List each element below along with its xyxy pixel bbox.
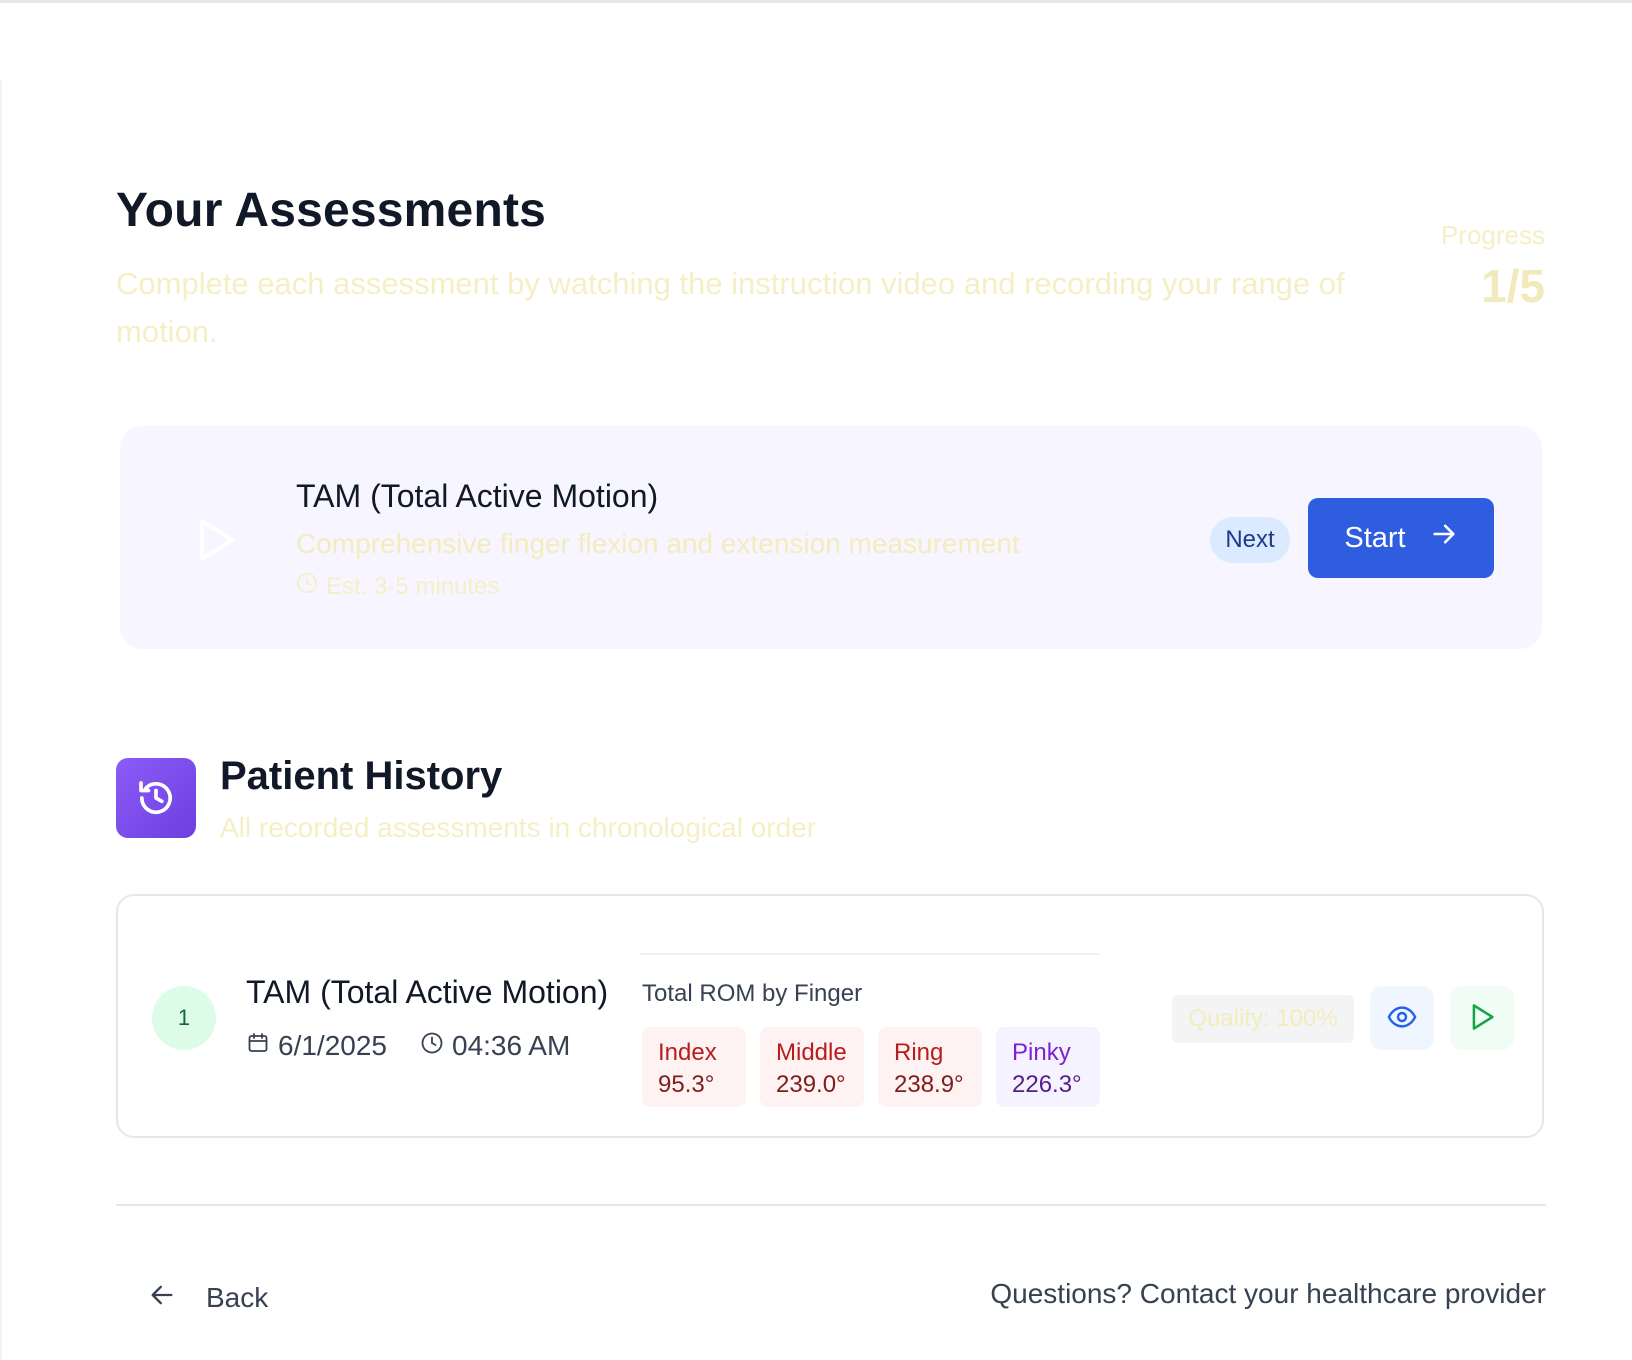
finger-chip-pinky: Pinky 226.3° [996,1027,1100,1107]
eye-icon [1387,1002,1417,1035]
start-button-label: Start [1344,521,1406,554]
contact-text: Questions? Contact your healthcare provi… [990,1278,1546,1309]
rom-divider [640,953,1100,955]
record-time-text: 04:36 AM [452,1030,571,1061]
start-button[interactable]: Start [1308,498,1494,578]
record-date: 6/1/2025 [246,1030,387,1062]
progress-indicator: Progress 1/5 [1441,220,1545,313]
record-title: TAM (Total Active Motion) [246,974,609,1010]
record-time: 04:36 AM [420,1030,570,1062]
finger-value: 226.3° [1012,1071,1082,1098]
page-title: Your Assessments [116,184,547,237]
clock-icon [420,1030,444,1062]
clock-icon [296,572,318,601]
view-button[interactable] [1370,986,1434,1050]
history-record: 1 TAM (Total Active Motion) 6/1/2025 04:… [116,894,1544,1138]
play-icon [196,516,238,564]
play-button[interactable] [1450,986,1514,1050]
finger-value: 239.0° [776,1071,846,1098]
finger-chip-index: Index 95.3° [642,1027,746,1107]
finger-name: Index [658,1039,717,1066]
current-assessment-card: TAM (Total Active Motion) Comprehensive … [120,426,1542,649]
finger-name: Pinky [1012,1039,1071,1066]
progress-value: 1/5 [1481,260,1545,312]
finger-name: Ring [894,1039,944,1066]
quality-badge: Quality: 100% [1172,995,1354,1043]
progress-label: Progress [1440,220,1545,250]
finger-chip-ring: Ring 238.9° [878,1027,982,1107]
assessment-title: TAM (Total Active Motion) [296,478,659,514]
calendar-icon [246,1030,270,1062]
history-title: Patient History [220,754,503,798]
left-border [0,80,2,1360]
arrow-left-icon [148,1281,176,1316]
footer-divider [116,1204,1546,1206]
play-icon [1468,1002,1496,1035]
assessment-estimate: Est. 3-5 minutes [296,572,499,601]
assessment-description: Comprehensive finger flexion and extensi… [296,528,1020,559]
record-index: 1 [152,986,216,1050]
top-border [0,0,1632,3]
rom-label: Total ROM by Finger [642,980,863,1007]
back-button[interactable]: Back [148,1276,268,1320]
finger-name: Middle [776,1039,847,1066]
finger-value: 238.9° [894,1071,964,1098]
finger-chip-middle: Middle 239.0° [760,1027,864,1107]
estimate-text: Est. 3-5 minutes [326,572,500,600]
page-subtitle: Complete each assessment by watching the… [116,266,1345,349]
next-badge: Next [1210,517,1290,563]
back-label: Back [206,1282,269,1313]
history-icon [116,758,196,838]
finger-value: 95.3° [658,1071,715,1098]
arrow-right-icon [1430,520,1458,556]
record-date-text: 6/1/2025 [278,1030,387,1061]
history-subtitle: All recorded assessments in chronologica… [220,812,817,843]
